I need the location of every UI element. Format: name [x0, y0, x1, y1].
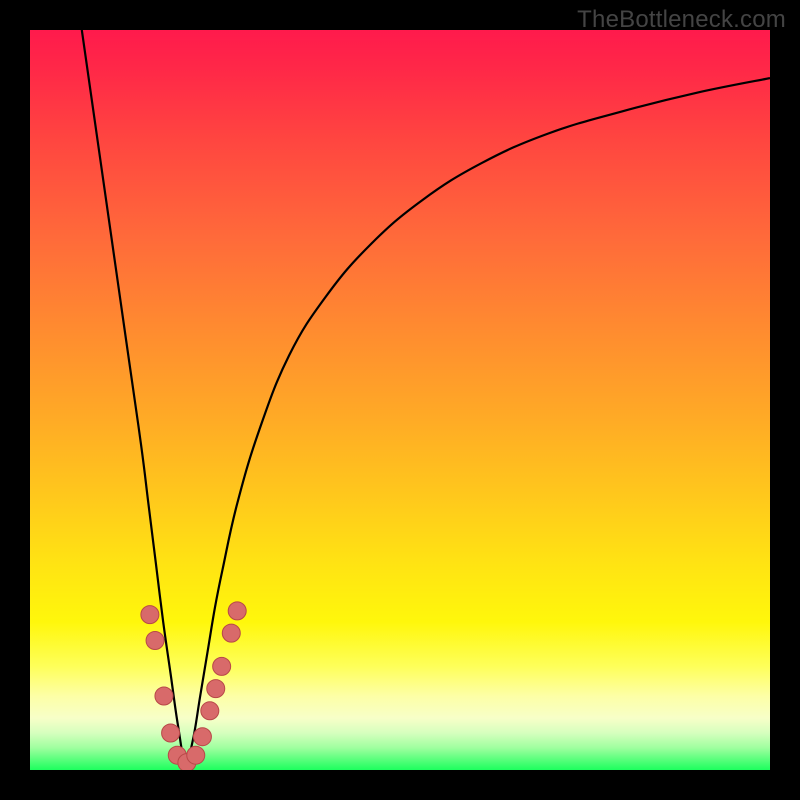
curve-marker: [141, 606, 159, 624]
curve-layer: [30, 30, 770, 770]
curve-marker: [207, 680, 225, 698]
curve-marker: [228, 602, 246, 620]
curve-marker: [222, 624, 240, 642]
curve-marker: [193, 728, 211, 746]
curve-marker: [146, 632, 164, 650]
curve-markers-group: [141, 602, 246, 770]
curve-marker: [162, 724, 180, 742]
curve-marker: [213, 657, 231, 675]
curve-marker: [155, 687, 173, 705]
curve-marker: [201, 702, 219, 720]
bottleneck-curve: [82, 30, 770, 763]
curve-marker: [187, 746, 205, 764]
chart-container: TheBottleneck.com: [0, 0, 800, 800]
plot-area: [30, 30, 770, 770]
